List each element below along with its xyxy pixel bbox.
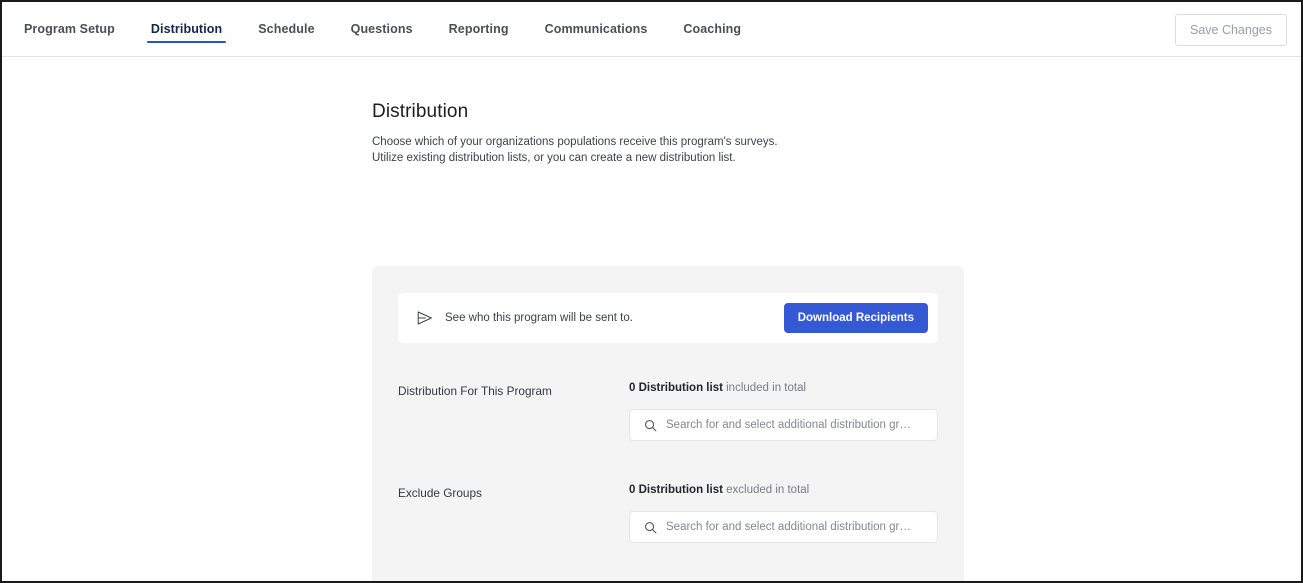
- tab-communications[interactable]: Communications: [527, 2, 666, 56]
- distribution-included-suffix: included in total: [722, 382, 807, 394]
- distribution-panel: See who this program will be sent to. Do…: [372, 266, 964, 581]
- distribution-for-program-body: 0 Distribution list included in total: [629, 382, 938, 441]
- search-icon: [645, 521, 657, 533]
- exclude-excluded-summary: 0 Distribution list excluded in total: [629, 484, 938, 496]
- top-navigation-bar: Program Setup Distribution Schedule Ques…: [2, 2, 1301, 57]
- tab-label: Coaching: [683, 22, 742, 36]
- send-icon: [417, 311, 432, 325]
- page-description-line-2: Utilize existing distribution lists, or …: [372, 151, 736, 164]
- save-changes-button[interactable]: Save Changes: [1174, 13, 1287, 46]
- tab-program-setup[interactable]: Program Setup: [24, 2, 133, 56]
- tab-reporting[interactable]: Reporting: [431, 2, 527, 56]
- exclude-search-input[interactable]: [666, 521, 927, 533]
- page-title: Distribution: [372, 101, 469, 122]
- tab-label: Questions: [350, 22, 413, 36]
- app-window: Program Setup Distribution Schedule Ques…: [0, 0, 1303, 583]
- recipients-description: See who this program will be sent to.: [445, 312, 633, 324]
- tab-label: Reporting: [448, 22, 509, 36]
- page-description: Choose which of your organizations popul…: [372, 135, 992, 166]
- search-icon: [645, 419, 657, 431]
- tab-coaching[interactable]: Coaching: [665, 2, 759, 56]
- recipients-card: See who this program will be sent to. Do…: [398, 293, 938, 343]
- page-header: Distribution Choose which of your organi…: [372, 101, 992, 166]
- tab-schedule[interactable]: Schedule: [240, 2, 332, 56]
- exclude-groups-row: Exclude Groups 0 Distribution list exclu…: [398, 484, 938, 543]
- exclude-excluded-count: 0 Distribution list: [629, 484, 723, 496]
- tab-label: Schedule: [258, 22, 315, 36]
- distribution-for-program-label: Distribution For This Program: [398, 384, 552, 398]
- exclude-search-box[interactable]: [629, 511, 938, 543]
- tab-label: Communications: [544, 22, 648, 36]
- exclude-groups-body: 0 Distribution list excluded in total: [629, 484, 938, 543]
- tab-label: Program Setup: [24, 22, 115, 36]
- distribution-search-input[interactable]: [666, 419, 927, 431]
- header-actions: Save Changes: [1174, 2, 1287, 57]
- main-content: Distribution Choose which of your organi…: [2, 57, 1301, 581]
- tab-label: Distribution: [150, 22, 223, 36]
- nav-tab-list: Program Setup Distribution Schedule Ques…: [2, 2, 759, 56]
- tab-questions[interactable]: Questions: [333, 2, 431, 56]
- exclude-excluded-suffix: excluded in total: [722, 484, 810, 496]
- page-description-line-1: Choose which of your organizations popul…: [372, 136, 778, 148]
- download-recipients-button[interactable]: Download Recipients: [783, 303, 928, 333]
- distribution-included-summary: 0 Distribution list included in total: [629, 382, 938, 394]
- distribution-for-program-row: Distribution For This Program 0 Distribu…: [398, 382, 938, 441]
- tab-distribution[interactable]: Distribution: [133, 2, 240, 56]
- distribution-included-count: 0 Distribution list: [629, 382, 723, 394]
- distribution-search-box[interactable]: [629, 409, 938, 441]
- exclude-groups-label: Exclude Groups: [398, 486, 482, 500]
